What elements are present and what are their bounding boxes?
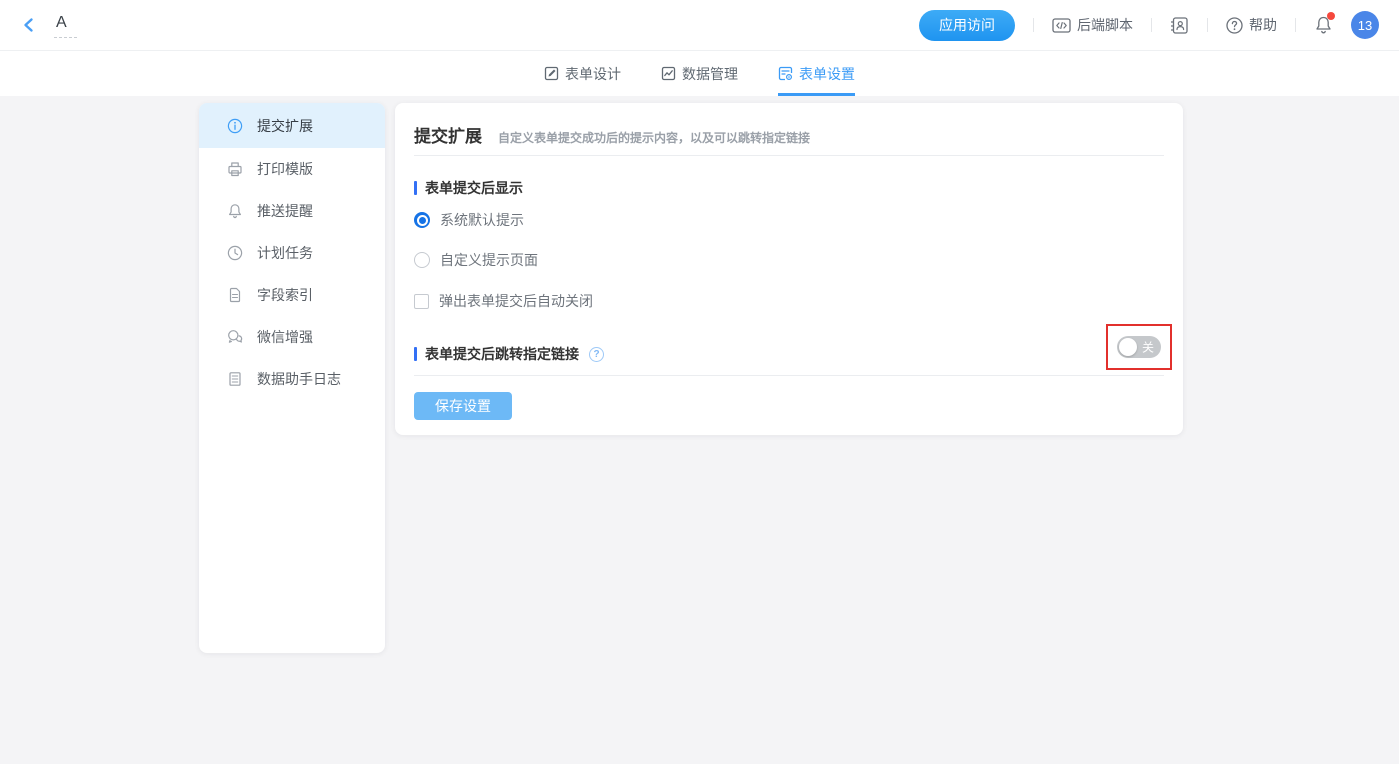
form-settings-icon (778, 66, 793, 81)
sidebar-item-label: 微信增强 (257, 327, 313, 347)
back-button[interactable] (20, 16, 38, 34)
sidebar-item-label: 提交扩展 (257, 116, 313, 136)
submit-extension-panel: 提交扩展 自定义表单提交成功后的提示内容，以及可以跳转指定链接 表单提交后显示 … (395, 103, 1183, 435)
header-actions: 应用访问 后端脚本 帮助 (919, 10, 1379, 41)
divider (1295, 18, 1296, 32)
tab-form-design[interactable]: 表单设计 (544, 51, 621, 96)
wechat-icon (227, 329, 243, 345)
sidebar-item-field-index[interactable]: 字段索引 (199, 274, 385, 316)
backend-script-label: 后端脚本 (1077, 15, 1133, 35)
tab-label: 表单设置 (799, 64, 855, 84)
form-tabbar: 表单设计 数据管理 表单设置 (0, 51, 1399, 96)
panel-header: 提交扩展 自定义表单提交成功后的提示内容，以及可以跳转指定链接 (395, 103, 1183, 147)
divider (1151, 18, 1152, 32)
divider (1033, 18, 1034, 32)
content-area: 提交扩展 打印模版 推送提醒 计划任务 (0, 96, 1399, 764)
save-settings-button[interactable]: 保存设置 (414, 392, 512, 420)
bell-icon (227, 203, 243, 219)
sidebar-item-submit-extension[interactable]: 提交扩展 (199, 103, 385, 148)
sidebar-item-print-template[interactable]: 打印模版 (199, 148, 385, 190)
app-access-button[interactable]: 应用访问 (919, 10, 1015, 41)
notifications-button[interactable] (1314, 15, 1333, 35)
checkbox-icon[interactable] (414, 294, 429, 309)
redirect-toggle-off[interactable]: 关 (1117, 336, 1161, 358)
settings-sidebar: 提交扩展 打印模版 推送提醒 计划任务 (199, 103, 385, 653)
section-redirect-heading: 表单提交后跳转指定链接 ? (414, 344, 604, 364)
tab-form-settings[interactable]: 表单设置 (778, 51, 855, 96)
radio-unchecked-icon[interactable] (414, 252, 430, 268)
divider (414, 155, 1164, 156)
radio-checked-icon[interactable] (414, 212, 430, 228)
sidebar-item-label: 打印模版 (257, 159, 313, 179)
section-accent-bar (414, 347, 417, 361)
printer-icon (227, 161, 243, 177)
form-design-icon (544, 66, 559, 81)
question-circle-icon (1226, 17, 1243, 34)
avatar[interactable]: 13 (1351, 11, 1379, 39)
code-icon (1052, 18, 1071, 33)
section-heading-label: 表单提交后跳转指定链接 (425, 344, 579, 364)
notification-badge-dot (1327, 12, 1335, 20)
toggle-knob (1119, 338, 1137, 356)
sidebar-item-data-assistant-log[interactable]: 数据助手日志 (199, 358, 385, 400)
data-chart-icon (661, 66, 676, 81)
radio-system-default[interactable]: 系统默认提示 (414, 210, 524, 230)
panel-subtitle: 自定义表单提交成功后的提示内容，以及可以跳转指定链接 (498, 129, 810, 146)
panel-title: 提交扩展 (414, 122, 482, 147)
log-icon (227, 371, 243, 387)
radio-custom-page[interactable]: 自定义提示页面 (414, 250, 538, 270)
tab-data-management[interactable]: 数据管理 (661, 51, 738, 96)
top-header: A 应用访问 后端脚本 帮助 (0, 0, 1399, 51)
annotation-highlight-box: 关 (1106, 324, 1172, 370)
help-label: 帮助 (1249, 15, 1277, 35)
toggle-state-label: 关 (1142, 339, 1154, 356)
info-circle-icon (227, 118, 243, 134)
section-display-heading: 表单提交后显示 (414, 178, 523, 198)
sidebar-item-label: 数据助手日志 (257, 369, 341, 389)
document-icon (227, 287, 243, 303)
checkbox-label: 弹出表单提交后自动关闭 (439, 291, 593, 311)
radio-label: 系统默认提示 (440, 210, 524, 230)
tab-label: 表单设计 (565, 64, 621, 84)
sidebar-item-push-reminder[interactable]: 推送提醒 (199, 190, 385, 232)
tab-label: 数据管理 (682, 64, 738, 84)
app-title[interactable]: A (54, 12, 77, 38)
divider (414, 375, 1164, 376)
backend-script-button[interactable]: 后端脚本 (1052, 15, 1133, 35)
checkbox-autoclose[interactable]: 弹出表单提交后自动关闭 (414, 291, 593, 311)
sidebar-item-scheduled-tasks[interactable]: 计划任务 (199, 232, 385, 274)
divider (1207, 18, 1208, 32)
sidebar-item-label: 推送提醒 (257, 201, 313, 221)
address-book-button[interactable] (1170, 17, 1189, 34)
sidebar-item-label: 计划任务 (257, 243, 313, 263)
section-heading-label: 表单提交后显示 (425, 178, 523, 198)
sidebar-item-wechat-enhance[interactable]: 微信增强 (199, 316, 385, 358)
radio-label: 自定义提示页面 (440, 250, 538, 270)
sidebar-item-label: 字段索引 (257, 285, 313, 305)
help-button[interactable]: 帮助 (1226, 15, 1277, 35)
address-book-icon (1170, 17, 1189, 34)
section-accent-bar (414, 181, 417, 195)
help-tooltip-icon[interactable]: ? (589, 347, 604, 362)
chevron-left-icon (20, 16, 38, 34)
clock-icon (227, 245, 243, 261)
